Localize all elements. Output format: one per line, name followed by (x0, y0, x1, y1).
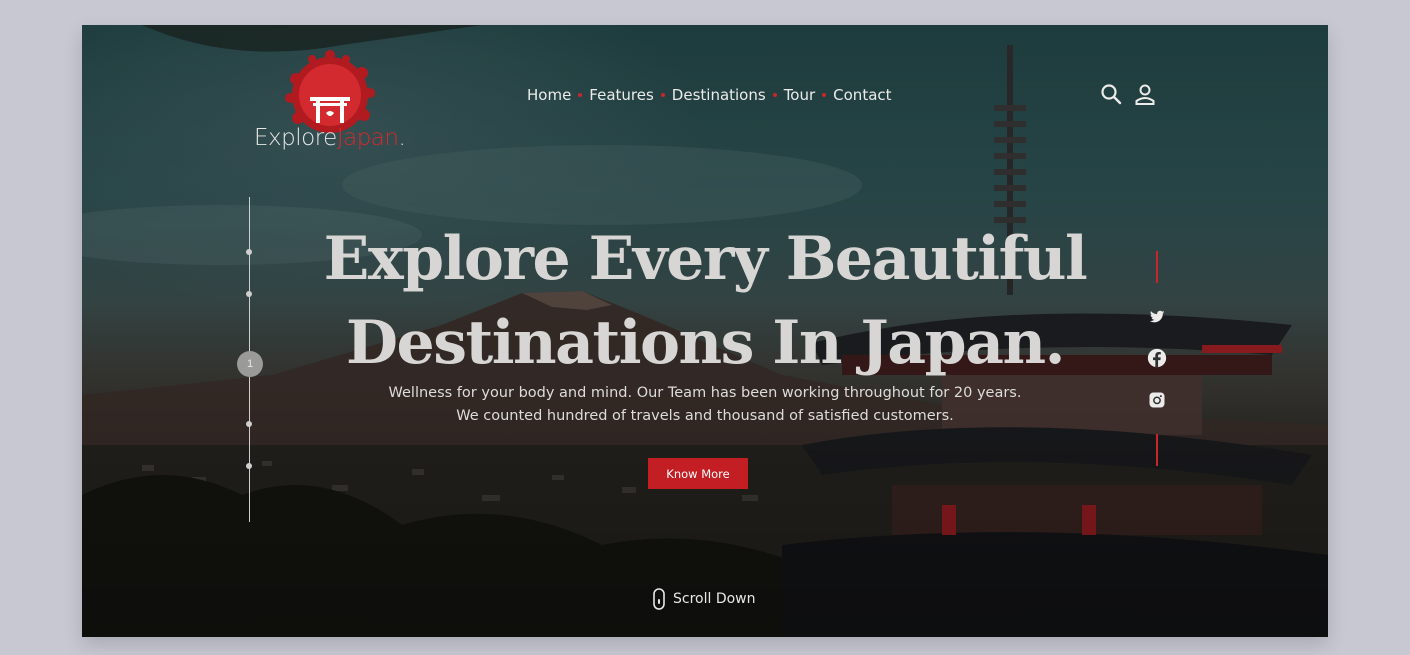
social-divider-bottom (1156, 434, 1158, 466)
scroll-down-label: Scroll Down (673, 591, 756, 607)
brand-name-part1: Explore (254, 125, 337, 151)
nav-separator (660, 93, 665, 97)
hero-subtitle-line2: We counted hundred of travels and thousa… (456, 408, 954, 424)
slider-dot[interactable] (246, 421, 252, 427)
hero-subtitle-line1: Wellness for your body and mind. Our Tea… (388, 385, 1022, 401)
brand-name-dot: . (398, 125, 406, 151)
know-more-button[interactable]: Know More (648, 458, 748, 489)
nav-home[interactable]: Home (527, 86, 571, 104)
nav-features[interactable]: Features (589, 86, 654, 104)
twitter-icon[interactable] (1148, 308, 1166, 326)
nav-separator (578, 93, 583, 97)
instagram-icon[interactable] (1148, 391, 1166, 409)
nav-separator (822, 93, 827, 97)
search-icon[interactable] (1100, 83, 1122, 105)
nav-tour[interactable]: Tour (784, 86, 815, 104)
header-icons (1100, 83, 1156, 105)
brand-logo-text[interactable]: ExploreJapan. (254, 125, 406, 151)
mouse-icon (653, 588, 665, 610)
nav-separator (772, 93, 777, 97)
brand-name-part2: Japan (336, 125, 399, 151)
facebook-icon[interactable] (1147, 348, 1167, 368)
scroll-down[interactable]: Scroll Down (653, 588, 756, 610)
hero-title-line2: Destinations In Japan. (346, 308, 1066, 378)
slider-dot[interactable] (246, 463, 252, 469)
social-divider-top (1156, 251, 1158, 283)
main-nav: Home Features Destinations Tour Contact (527, 86, 892, 104)
hero-title-line1: Explore Every Beautiful (323, 224, 1088, 294)
nav-destinations[interactable]: Destinations (672, 86, 766, 104)
nav-contact[interactable]: Contact (833, 86, 891, 104)
user-icon[interactable] (1134, 83, 1156, 105)
hero-subtitle: Wellness for your body and mind. Our Tea… (292, 382, 1118, 428)
hero-section: ExploreJapan. Home Features Destinations… (82, 25, 1328, 637)
hero-title: Explore Every Beautiful Destinations In … (242, 217, 1168, 385)
